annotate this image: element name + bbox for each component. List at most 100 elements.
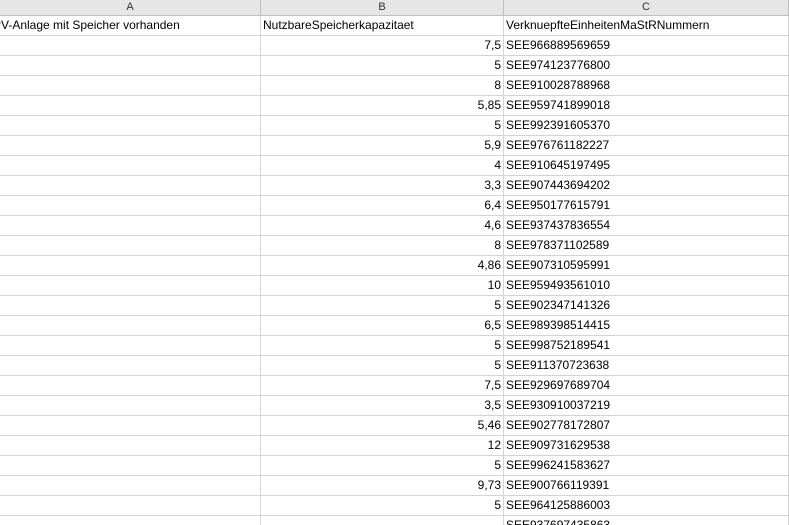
cell-pv-anlage[interactable] bbox=[0, 136, 261, 156]
cell-speicherkapazitaet[interactable]: 8 bbox=[261, 76, 504, 96]
table-row: 5 SEE974123776800 bbox=[0, 56, 789, 76]
cell-pv-anlage[interactable] bbox=[0, 156, 261, 176]
cell-pv-anlage[interactable] bbox=[0, 116, 261, 136]
table-row: 8 SEE978371102589 bbox=[0, 236, 789, 256]
cell-mastr-nummer[interactable]: SEE930910037219 bbox=[504, 396, 789, 416]
cell-mastr-nummer[interactable]: SEE989398514415 bbox=[504, 316, 789, 336]
table-row: 5 SEE996241583627 bbox=[0, 456, 789, 476]
spreadsheet-grid: A B C PV-Anlage mit Speicher vorhanden N… bbox=[0, 0, 789, 525]
cell-speicherkapazitaet[interactable]: 4,6 bbox=[261, 216, 504, 236]
cell-speicherkapazitaet[interactable]: 9,73 bbox=[261, 476, 504, 496]
cell-mastr-nummer[interactable]: SEE998752189541 bbox=[504, 336, 789, 356]
cell-speicherkapazitaet[interactable]: 3,5 bbox=[261, 396, 504, 416]
cell-pv-anlage[interactable] bbox=[0, 296, 261, 316]
cell-mastr-nummer[interactable]: SEE929697689704 bbox=[504, 376, 789, 396]
cell-speicherkapazitaet[interactable]: 5 bbox=[261, 116, 504, 136]
cell-mastr-nummer[interactable]: SEE911370723638 bbox=[504, 356, 789, 376]
cell-pv-anlage[interactable] bbox=[0, 276, 261, 296]
cell-mastr-nummer[interactable]: SEE959741899018 bbox=[504, 96, 789, 116]
table-row: 3,5 SEE930910037219 bbox=[0, 396, 789, 416]
table-row: 5,85 SEE959741899018 bbox=[0, 96, 789, 116]
table-row: 8 SEE910028788968 bbox=[0, 76, 789, 96]
table-row: 5 SEE992391605370 bbox=[0, 116, 789, 136]
cell-pv-anlage[interactable] bbox=[0, 216, 261, 236]
cell-pv-anlage[interactable] bbox=[0, 96, 261, 116]
table-row: 4,6 SEE937437836554 bbox=[0, 216, 789, 236]
cell-mastr-nummer[interactable]: SEE909731629538 bbox=[504, 436, 789, 456]
cell-pv-anlage[interactable] bbox=[0, 316, 261, 336]
cell-pv-anlage[interactable] bbox=[0, 236, 261, 256]
cell-mastr-nummer[interactable]: SEE959493561010 bbox=[504, 276, 789, 296]
cell-speicherkapazitaet[interactable]: 5 bbox=[261, 456, 504, 476]
cell-mastr-nummer[interactable]: SEE950177615791 bbox=[504, 196, 789, 216]
cell-pv-anlage[interactable] bbox=[0, 476, 261, 496]
table-row: 4 SEE910645197495 bbox=[0, 156, 789, 176]
cell-pv-anlage[interactable] bbox=[0, 416, 261, 436]
cell-speicherkapazitaet[interactable]: 4 bbox=[261, 156, 504, 176]
cell-speicherkapazitaet[interactable]: 5 bbox=[261, 56, 504, 76]
cell-mastr-nummer[interactable]: SEE937697435863 bbox=[504, 516, 789, 525]
cell-speicherkapazitaet[interactable] bbox=[261, 516, 504, 525]
cell-mastr-nummer[interactable]: SEE937437836554 bbox=[504, 216, 789, 236]
cell-mastr-nummer[interactable]: SEE907443694202 bbox=[504, 176, 789, 196]
cell-speicherkapazitaet[interactable]: 12 bbox=[261, 436, 504, 456]
cell-mastr-nummer[interactable]: SEE978371102589 bbox=[504, 236, 789, 256]
cell-speicherkapazitaet[interactable]: 7,5 bbox=[261, 36, 504, 56]
table-row: 5 SEE998752189541 bbox=[0, 336, 789, 356]
cell-c1[interactable]: VerknuepfteEinheitenMaStRNummern bbox=[504, 16, 789, 36]
column-header-c[interactable]: C bbox=[504, 0, 789, 16]
cell-pv-anlage[interactable] bbox=[0, 516, 261, 525]
table-row: 5,46 SEE902778172807 bbox=[0, 416, 789, 436]
cell-speicherkapazitaet[interactable]: 5,46 bbox=[261, 416, 504, 436]
cell-speicherkapazitaet[interactable]: 5,9 bbox=[261, 136, 504, 156]
cell-mastr-nummer[interactable]: SEE966889569659 bbox=[504, 36, 789, 56]
cell-speicherkapazitaet[interactable]: 8 bbox=[261, 236, 504, 256]
cell-mastr-nummer[interactable]: SEE992391605370 bbox=[504, 116, 789, 136]
cell-pv-anlage[interactable] bbox=[0, 36, 261, 56]
cell-speicherkapazitaet[interactable]: 5 bbox=[261, 336, 504, 356]
cell-speicherkapazitaet[interactable]: 3,3 bbox=[261, 176, 504, 196]
cell-mastr-nummer[interactable]: SEE907310595991 bbox=[504, 256, 789, 276]
cell-speicherkapazitaet[interactable]: 5 bbox=[261, 296, 504, 316]
cell-pv-anlage[interactable] bbox=[0, 376, 261, 396]
column-header-a[interactable]: A bbox=[0, 0, 261, 16]
cell-b1[interactable]: NutzbareSpeicherkapazitaet bbox=[261, 16, 504, 36]
cell-pv-anlage[interactable] bbox=[0, 456, 261, 476]
cell-speicherkapazitaet[interactable]: 4,86 bbox=[261, 256, 504, 276]
cell-speicherkapazitaet[interactable]: 10 bbox=[261, 276, 504, 296]
cell-mastr-nummer[interactable]: SEE900766119391 bbox=[504, 476, 789, 496]
cell-pv-anlage[interactable] bbox=[0, 76, 261, 96]
cell-pv-anlage[interactable] bbox=[0, 176, 261, 196]
table-row: 3,3 SEE907443694202 bbox=[0, 176, 789, 196]
cell-speicherkapazitaet[interactable]: 6,5 bbox=[261, 316, 504, 336]
cell-mastr-nummer[interactable]: SEE902778172807 bbox=[504, 416, 789, 436]
cell-pv-anlage[interactable] bbox=[0, 256, 261, 276]
cell-mastr-nummer[interactable]: SEE910028788968 bbox=[504, 76, 789, 96]
table-row: SEE937697435863 bbox=[0, 516, 789, 525]
cell-mastr-nummer[interactable]: SEE964125886003 bbox=[504, 496, 789, 516]
cell-mastr-nummer[interactable]: SEE976761182227 bbox=[504, 136, 789, 156]
cell-speicherkapazitaet[interactable]: 7,5 bbox=[261, 376, 504, 396]
cell-pv-anlage[interactable] bbox=[0, 196, 261, 216]
table-row: 5 SEE964125886003 bbox=[0, 496, 789, 516]
cell-pv-anlage[interactable] bbox=[0, 436, 261, 456]
table-row: 6,4 SEE950177615791 bbox=[0, 196, 789, 216]
cell-pv-anlage[interactable] bbox=[0, 496, 261, 516]
cell-mastr-nummer[interactable]: SEE910645197495 bbox=[504, 156, 789, 176]
cell-speicherkapazitaet[interactable]: 5 bbox=[261, 356, 504, 376]
cell-pv-anlage[interactable] bbox=[0, 396, 261, 416]
cell-mastr-nummer[interactable]: SEE974123776800 bbox=[504, 56, 789, 76]
table-row: 6,5 SEE989398514415 bbox=[0, 316, 789, 336]
cell-a1[interactable]: PV-Anlage mit Speicher vorhanden bbox=[0, 16, 261, 36]
cell-speicherkapazitaet[interactable]: 5 bbox=[261, 496, 504, 516]
table-row: 10 SEE959493561010 bbox=[0, 276, 789, 296]
cell-speicherkapazitaet[interactable]: 6,4 bbox=[261, 196, 504, 216]
column-header-b[interactable]: B bbox=[261, 0, 504, 16]
cell-pv-anlage[interactable] bbox=[0, 336, 261, 356]
cell-speicherkapazitaet[interactable]: 5,85 bbox=[261, 96, 504, 116]
cell-mastr-nummer[interactable]: SEE996241583627 bbox=[504, 456, 789, 476]
cell-pv-anlage[interactable] bbox=[0, 356, 261, 376]
cell-mastr-nummer[interactable]: SEE902347141326 bbox=[504, 296, 789, 316]
cell-pv-anlage[interactable] bbox=[0, 56, 261, 76]
table-row: 7,5 SEE966889569659 bbox=[0, 36, 789, 56]
